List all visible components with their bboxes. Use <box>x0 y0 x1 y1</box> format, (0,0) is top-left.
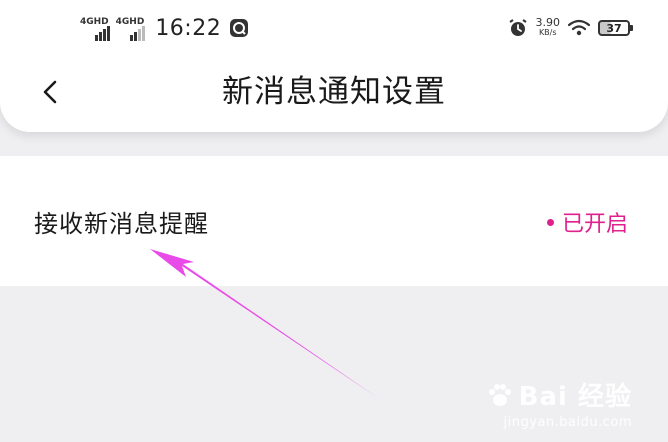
setting-row-new-message-alert[interactable]: 接收新消息提醒 已开启 <box>0 156 668 286</box>
network-speed-value: 3.90 <box>535 16 561 29</box>
status-bar: 4GHD 4GHD 16:22 3.90 KB/s 37 <box>0 0 668 56</box>
network-speed-unit: KB/s <box>538 28 557 37</box>
page-title: 新消息通知设置 <box>222 74 446 110</box>
battery-level: 37 <box>606 21 622 35</box>
signal-icon: 4GHD <box>80 15 110 41</box>
wifi-icon <box>568 19 590 36</box>
app-notification-icon <box>230 19 249 37</box>
watermark-url: jingyan.baidu.com <box>503 415 632 430</box>
status-time: 16:22 <box>155 15 222 41</box>
battery-icon: 37 <box>598 20 633 36</box>
watermark-brand-row: Bai 经验 <box>485 376 632 413</box>
alarm-icon <box>508 19 527 36</box>
watermark: Bai 经验 jingyan.baidu.com <box>485 376 632 430</box>
status-dot-icon <box>546 218 554 226</box>
network-speed: 3.90 KB/s <box>535 16 561 38</box>
setting-label: 接收新消息提醒 <box>34 210 209 238</box>
setting-status-text: 已开启 <box>561 212 628 237</box>
setting-status[interactable]: 已开启 <box>546 206 628 238</box>
paw-logo-icon <box>488 383 511 406</box>
header: 4GHD 4GHD 16:22 3.90 KB/s 37 新消息通知设置 <box>0 0 668 132</box>
watermark-brand: Bai 经验 <box>518 382 632 412</box>
status-bar-left: 4GHD 4GHD 16:22 <box>80 12 249 44</box>
status-bar-right: 3.90 KB/s 37 <box>508 14 633 42</box>
signal-icon: 4GHD <box>116 15 146 41</box>
